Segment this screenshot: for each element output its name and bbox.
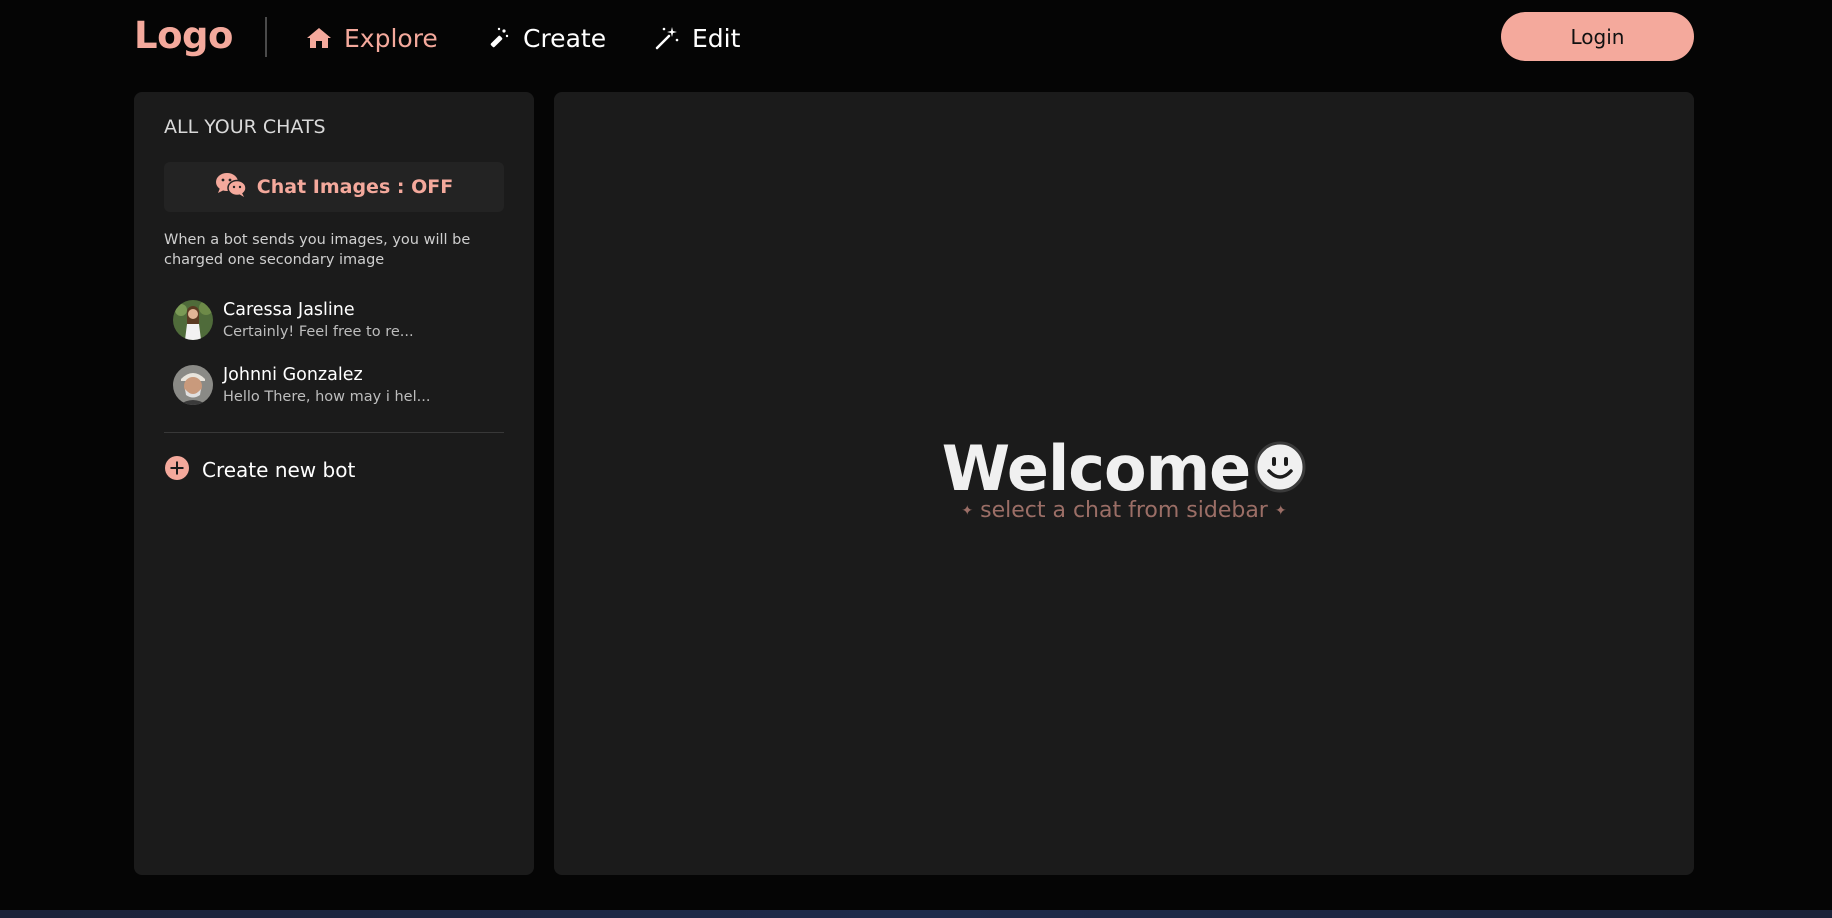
smiley-icon (1254, 441, 1306, 497)
welcome-subtitle-text: select a chat from sidebar (980, 498, 1268, 523)
welcome-heading: Welcome (554, 432, 1694, 505)
chat-item-caressa[interactable]: Caressa Jasline Certainly! Feel free to … (164, 292, 504, 348)
sparkle-icon: ✦ (961, 503, 974, 519)
nav-create-label: Create (523, 23, 607, 53)
nav-explore[interactable]: Explore (306, 20, 438, 56)
chat-list: Caressa Jasline Certainly! Feel free to … (164, 292, 504, 422)
chat-preview: Certainly! Feel free to re... (223, 324, 414, 340)
main-panel: Welcome ✦ select a chat from sidebar ✦ (554, 92, 1694, 875)
nav-explore-label: Explore (344, 23, 438, 53)
nav-edit[interactable]: Edit (654, 20, 740, 56)
avatar (173, 300, 213, 340)
images-note: When a bot sends you images, you will be… (164, 232, 471, 268)
sparkle-icon: ✦ (1274, 503, 1287, 519)
sidebar-divider (164, 432, 504, 433)
nav-create[interactable]: Create (487, 20, 606, 56)
chats-sidebar: ALL YOUR CHATS Chat Images : OFF When a … (134, 92, 534, 875)
plus-circle-icon (164, 455, 190, 485)
welcome-title: Welcome (941, 432, 1251, 505)
home-icon (306, 26, 332, 50)
magic-wand-icon (487, 26, 511, 50)
login-button[interactable]: Login (1501, 12, 1694, 61)
chat-item-johnni[interactable]: Johnni Gonzalez Hello There, how may i h… (164, 357, 504, 413)
sparkle-wand-icon (654, 25, 680, 51)
top-navigation: Logo Explore Create Edit Login (0, 0, 1832, 75)
wechat-icon (215, 172, 247, 203)
chat-images-toggle-label: Chat Images : OFF (256, 176, 454, 198)
nav-edit-label: Edit (692, 23, 741, 53)
sidebar-title: ALL YOUR CHATS (164, 116, 326, 138)
chat-name: Johnni Gonzalez (223, 365, 363, 385)
welcome-subtitle: ✦ select a chat from sidebar ✦ (554, 498, 1694, 523)
chat-name: Caressa Jasline (223, 300, 355, 320)
logo[interactable]: Logo (134, 14, 233, 57)
chat-images-toggle[interactable]: Chat Images : OFF (164, 162, 504, 212)
chat-preview: Hello There, how may i hel... (223, 389, 431, 405)
taskbar-edge (0, 910, 1832, 918)
create-new-bot-label: Create new bot (202, 458, 356, 482)
nav-divider (265, 17, 267, 57)
create-new-bot-button[interactable]: Create new bot (164, 452, 355, 488)
avatar (173, 365, 213, 405)
